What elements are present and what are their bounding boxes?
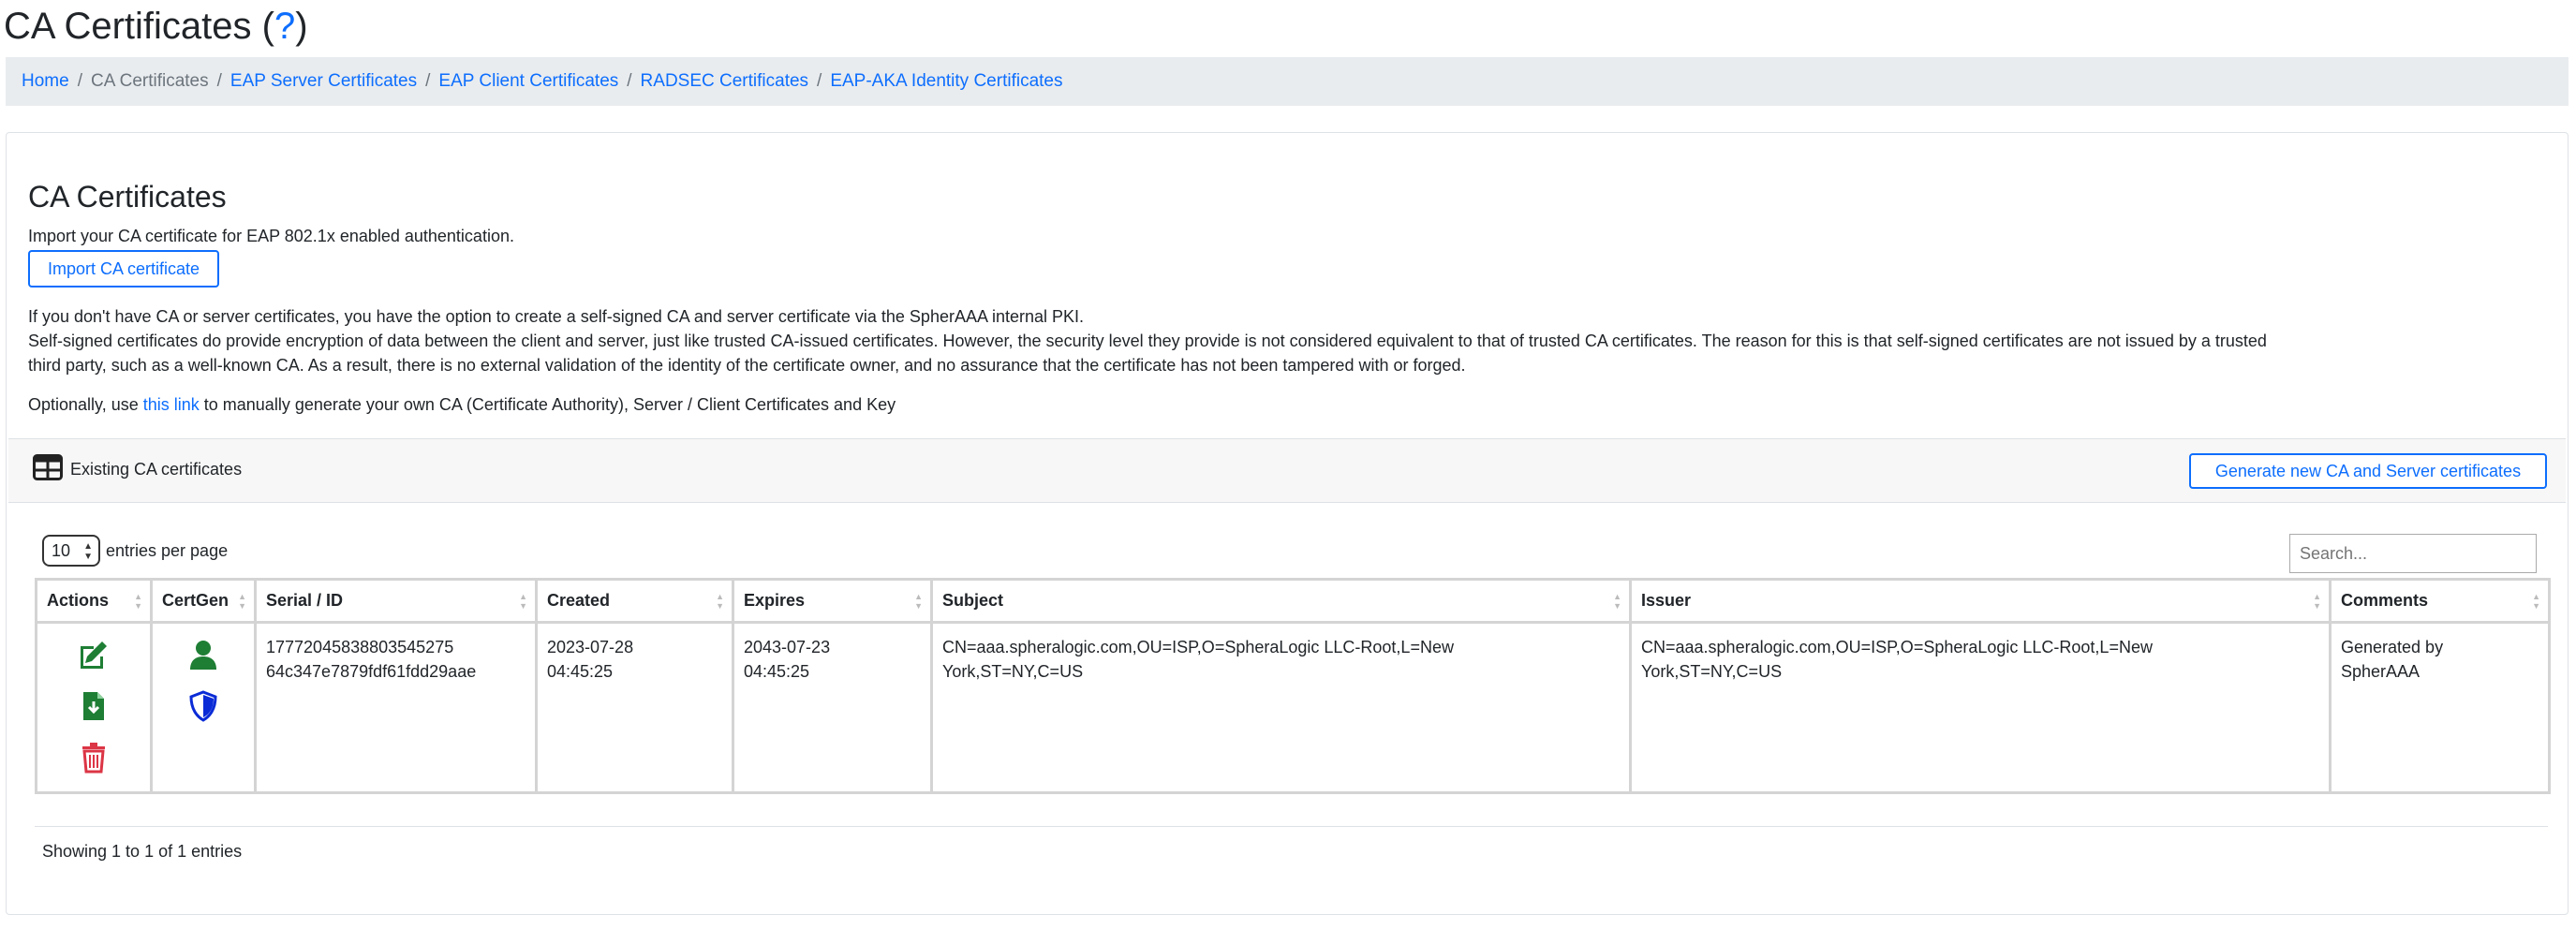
download-file-icon[interactable]	[81, 690, 106, 729]
comments-cell: Generated by SpherAAA	[2329, 622, 2551, 793]
existing-ca-label: Existing CA certificates	[70, 460, 243, 479]
existing-ca-header: Existing CA certificates Generate new CA…	[8, 439, 2566, 503]
table-icon	[33, 454, 63, 485]
generate-ca-button[interactable]: Generate new CA and Server certificates	[2189, 453, 2547, 489]
sort-icon: ▲ ▼	[716, 592, 724, 611]
sort-icon: ▲ ▼	[914, 592, 923, 611]
breadcrumb-separator: /	[216, 71, 222, 91]
breadcrumb-separator: /	[425, 71, 431, 91]
col-issuer[interactable]: Issuer ▲ ▼	[1629, 579, 2332, 624]
table-header-row: Actions ▲ ▼ CertGen ▲ ▼ Serial / ID ▲ ▼ Create…	[35, 579, 2551, 624]
table-info: Showing 1 to 1 of 1 entries	[42, 842, 243, 861]
sort-icon: ▲ ▼	[519, 592, 527, 611]
card-title: CA Certificates	[28, 180, 227, 214]
actions-cell	[35, 622, 153, 793]
search-input[interactable]	[2289, 534, 2537, 573]
entries-per-page: 10 ▲ ▼ entries per page	[42, 535, 228, 567]
ca-certificates-card: CA Certificates Import your CA certifica…	[6, 132, 2569, 915]
sort-icon: ▲ ▼	[2532, 592, 2540, 611]
breadcrumb-eap-server[interactable]: EAP Server Certificates	[230, 71, 417, 92]
col-comments[interactable]: Comments ▲ ▼	[2329, 579, 2551, 624]
shield-icon[interactable]	[189, 690, 217, 729]
breadcrumb-eap-aka[interactable]: EAP-AKA Identity Certificates	[830, 71, 1062, 92]
info-line-1: If you don't have CA or server certifica…	[28, 307, 1085, 326]
info-line-3: third party, such as a well-known CA. As…	[28, 356, 1466, 375]
col-serial[interactable]: Serial / ID ▲ ▼	[254, 579, 538, 624]
page-title: CA Certificates (?)	[4, 6, 308, 47]
edit-icon[interactable]	[77, 639, 111, 677]
sort-icon: ▲ ▼	[1613, 592, 1621, 611]
existing-ca-section: Existing CA certificates Generate new CA…	[8, 438, 2566, 892]
help-link[interactable]: ?	[274, 6, 295, 47]
sort-icon: ▲ ▼	[238, 592, 246, 611]
import-ca-button[interactable]: Import CA certificate	[28, 250, 219, 288]
select-arrows-icon: ▲ ▼	[83, 541, 93, 562]
user-icon[interactable]	[189, 639, 217, 677]
col-created[interactable]: Created ▲ ▼	[535, 579, 734, 624]
col-subject[interactable]: Subject ▲ ▼	[930, 579, 1632, 624]
table-row: 17772045838803545275 64c347e7879fdf61fdd2…	[35, 622, 2551, 793]
serial-cell: 17772045838803545275 64c347e7879fdf61fdd2…	[254, 622, 538, 793]
expires-cell: 2043-07-23 04:45:25	[732, 622, 933, 793]
manual-generate-link[interactable]: this link	[143, 395, 200, 414]
info-line-2: Self-signed certificates do provide encr…	[28, 332, 2267, 350]
breadcrumb-separator: /	[817, 71, 822, 91]
subject-cell: CN=aaa.spheralogic.com,OU=ISP,O=SpheraLo…	[930, 622, 1632, 793]
breadcrumb-radsec[interactable]: RADSEC Certificates	[641, 71, 809, 92]
issuer-cell: CN=aaa.spheralogic.com,OU=ISP,O=SpheraLo…	[1629, 622, 2332, 793]
entries-label: entries per page	[106, 540, 229, 560]
table-footer-divider	[35, 826, 2548, 827]
sort-icon: ▲ ▼	[2313, 592, 2321, 611]
breadcrumb-separator: /	[627, 71, 632, 91]
breadcrumb-home[interactable]: Home	[22, 71, 69, 92]
ca-table: Actions ▲ ▼ CertGen ▲ ▼ Serial / ID ▲ ▼ Create…	[35, 578, 2551, 794]
breadcrumb-eap-client[interactable]: EAP Client Certificates	[438, 71, 618, 92]
entries-select[interactable]: 10 ▲ ▼	[42, 535, 100, 567]
breadcrumb-separator: /	[77, 71, 82, 91]
trash-icon[interactable]	[81, 742, 107, 780]
col-certgen[interactable]: CertGen ▲ ▼	[150, 579, 257, 624]
sort-icon: ▲ ▼	[134, 592, 142, 611]
optional-text: Optionally, use this link to manually ge…	[28, 395, 896, 414]
certgen-cell	[150, 622, 257, 793]
col-expires[interactable]: Expires ▲ ▼	[732, 579, 933, 624]
breadcrumb-current: CA Certificates	[90, 71, 209, 91]
col-actions[interactable]: Actions ▲ ▼	[35, 579, 153, 624]
created-cell: 2023-07-28 04:45:25	[535, 622, 734, 793]
import-text: Import your CA certificate for EAP 802.1…	[28, 227, 514, 245]
breadcrumb: Home / CA Certificates / EAP Server Cert…	[6, 57, 2569, 106]
